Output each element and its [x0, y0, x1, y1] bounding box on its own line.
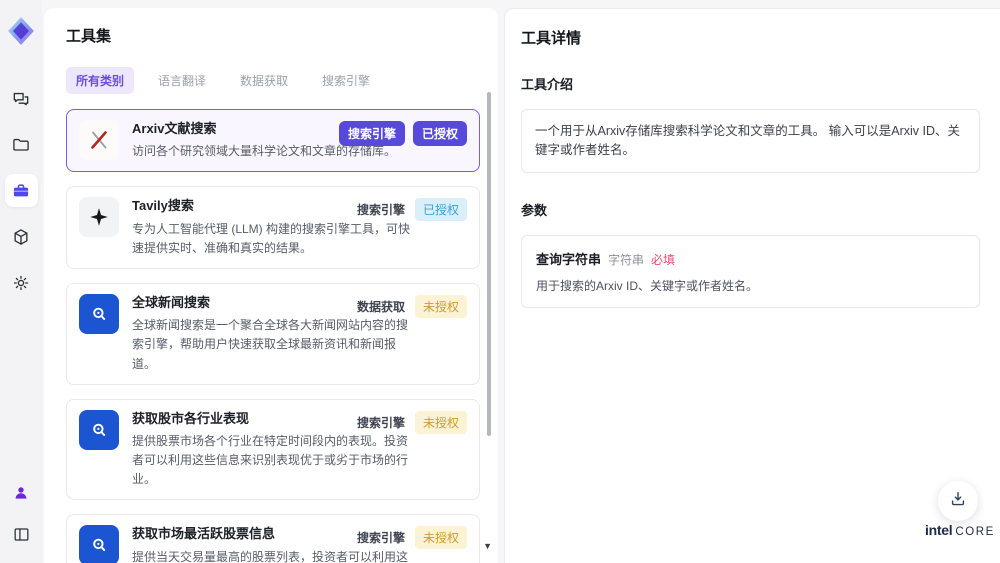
tool-card[interactable]: Tavily搜索 专为人工智能代理 (LLM) 构建的搜索引擎工具，可快速提供实… [66, 186, 480, 269]
sidebar-nav [4, 82, 38, 299]
intro-text: 一个用于从Arxiv存储库搜索科学论文和文章的工具。 输入可以是Arxiv ID… [521, 109, 980, 173]
sidebar-item user-avatar-icon[interactable] [5, 476, 38, 509]
scroll-down-indicator[interactable]: ▼ [483, 542, 492, 551]
brand-word-core: CORE [955, 526, 995, 538]
category-label: 数据获取 [356, 299, 405, 314]
tool-card[interactable]: 获取股市各行业表现 提供股票市场各个行业在特定时间段内的表现。投资者可以利用这些… [66, 398, 480, 501]
tab-0[interactable]: 所有类别 [66, 67, 135, 94]
sidebar-item chat-icon[interactable] [5, 82, 38, 115]
sidebar-item toolbox-icon[interactable] [4, 174, 38, 207]
tab-3[interactable]: 搜索引擎 [312, 67, 380, 94]
status-badge[interactable]: 已授权 [412, 121, 467, 146]
status-badge: 未授权 [414, 294, 467, 318]
tool-description: 全球新闻搜索是一个聚合全球各大新闻网站内容的搜索引擎，帮助用户快速获取全球最新资… [132, 318, 409, 371]
sidebar-item settings-icon[interactable] [5, 266, 38, 299]
download-button[interactable] [938, 481, 978, 521]
tool-description: 专为人工智能代理 (LLM) 构建的搜索引擎工具，可快速提供实时、准确和真实的结… [132, 221, 411, 255]
param-type: 字符串 [608, 252, 645, 267]
param-required-badge: 必填 [651, 252, 676, 267]
sidebar-item cube-icon[interactable] [5, 220, 38, 253]
param-description: 用于搜索的Arxiv ID、关键字或作者姓名。 [536, 278, 759, 293]
brand-word-intel: intel [925, 522, 953, 538]
sidebar-item folder-icon[interactable] [5, 128, 38, 161]
sidebar-bottom [5, 476, 38, 551]
category-tabs: 所有类别 语言翻译 数据获取 搜索引擎 [66, 67, 480, 94]
params-heading: 参数 [521, 202, 548, 218]
status-badge: 未授权 [414, 410, 467, 434]
download-icon [948, 489, 968, 514]
sidebar [0, 0, 42, 563]
category-badge[interactable]: 搜索引擎 [338, 121, 405, 146]
intel-core-logo: intel CORE [922, 522, 998, 540]
tool-description: 提供当天交易量最高的股票列表，投资者可以利用这些信息来识别流动性强的股票和潜在的… [132, 549, 409, 563]
param-name: 查询字符串 [536, 251, 602, 267]
star-icon [79, 197, 119, 238]
tool-detail-panel: 工具详情 工具介绍 一个用于从Arxiv存储库搜索科学论文和文章的工具。 输入可… [504, 8, 1000, 563]
status-badge: 已授权 [414, 198, 467, 222]
page-title: 工具集 [66, 28, 112, 45]
sidebar-item panel-toggle-icon[interactable] [5, 518, 38, 551]
tab-2[interactable]: 数据获取 [230, 67, 298, 94]
tab-1[interactable]: 语言翻译 [148, 67, 216, 94]
category-label: 搜索引擎 [356, 203, 405, 218]
intro-heading: 工具介绍 [521, 77, 574, 92]
scrollbar[interactable] [487, 92, 491, 436]
detail-title: 工具详情 [521, 30, 582, 47]
stock-search-icon [79, 409, 119, 450]
scrollbar-thumb[interactable] [487, 92, 491, 436]
tool-card[interactable]: 全球新闻搜索 全球新闻搜索是一个聚合全球各大新闻网站内容的搜索引擎，帮助用户快速… [66, 282, 480, 385]
status-badge: 未授权 [414, 526, 467, 550]
tools-list-panel: 工具集 所有类别 语言翻译 数据获取 搜索引擎 Arxiv文献搜索 访问各个研究领域大… [44, 8, 498, 563]
category-label: 搜索引擎 [356, 415, 405, 430]
tool-card[interactable]: Arxiv文献搜索 访问各个研究领域大量科学论文和文章的存储库。 搜索引擎 已授权 [66, 109, 480, 173]
category-label: 搜索引擎 [356, 531, 405, 546]
arxiv-icon [79, 120, 119, 160]
app-window: 工具集 所有类别 语言翻译 数据获取 搜索引擎 Arxiv文献搜索 访问各个研究领域大… [0, 0, 1000, 563]
tool-cards: Arxiv文献搜索 访问各个研究领域大量科学论文和文章的存储库。 搜索引擎 已授权… [66, 109, 480, 563]
param-card: 查询字符串 字符串 必填 用于搜索的Arxiv ID、关键字或作者姓名。 [521, 234, 980, 308]
news-search-icon [79, 293, 119, 334]
tool-description: 提供股票市场各个行业在特定时间段内的表现。投资者可以利用这些信息来识别表现优于或… [132, 433, 409, 487]
app-logo diamond-logo-icon [6, 16, 36, 46]
tool-card[interactable]: 获取市场最活跃股票信息 提供当天交易量最高的股票列表，投资者可以利用这些信息来识… [66, 514, 480, 563]
stock-search-icon [79, 525, 119, 563]
